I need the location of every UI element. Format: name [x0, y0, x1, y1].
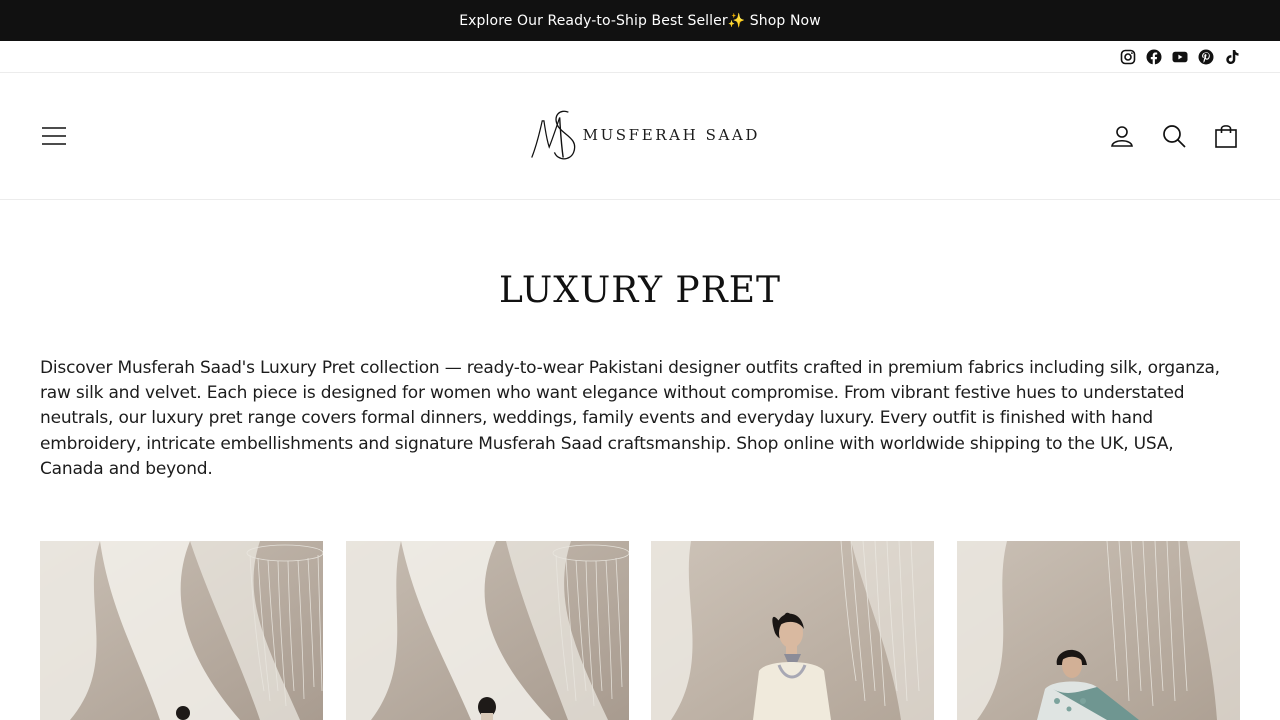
collection-description: Discover Musferah Saad's Luxury Pret col… [40, 358, 1220, 479]
instagram-icon[interactable] [1120, 49, 1136, 65]
facebook-icon[interactable] [1146, 49, 1162, 65]
brand-name: MUSFERAH SAAD [582, 126, 760, 144]
product-image-2 [346, 541, 629, 720]
product-card-3[interactable] [651, 541, 934, 720]
announcement-bar: Explore Our Ready-to-Ship Best Seller✨ S… [0, 0, 1280, 41]
brand-logo[interactable]: MUSFERAH SAAD [530, 103, 760, 165]
product-grid [40, 541, 1240, 720]
pinterest-icon[interactable] [1198, 49, 1214, 65]
youtube-icon[interactable] [1172, 49, 1188, 65]
product-image-3 [651, 541, 934, 720]
page-title: LUXURY PRET [498, 270, 782, 311]
brand-monogram-icon [531, 110, 576, 160]
product-image-4 [957, 541, 1240, 720]
site-header: MUSFERAH SAAD [0, 73, 1280, 200]
cart-icon[interactable] [1213, 123, 1239, 149]
social-bar [0, 41, 1280, 73]
tiktok-icon[interactable] [1224, 49, 1240, 65]
product-card-2[interactable] [346, 541, 629, 720]
product-image-1 [40, 541, 323, 720]
search-icon[interactable] [1161, 123, 1187, 149]
account-icon[interactable] [1109, 123, 1135, 149]
menu-icon[interactable] [40, 123, 68, 149]
product-card-4[interactable] [957, 541, 1240, 720]
announcement-link[interactable]: Explore Our Ready-to-Ship Best Seller✨ S… [459, 13, 821, 29]
product-card-1[interactable] [40, 541, 323, 720]
